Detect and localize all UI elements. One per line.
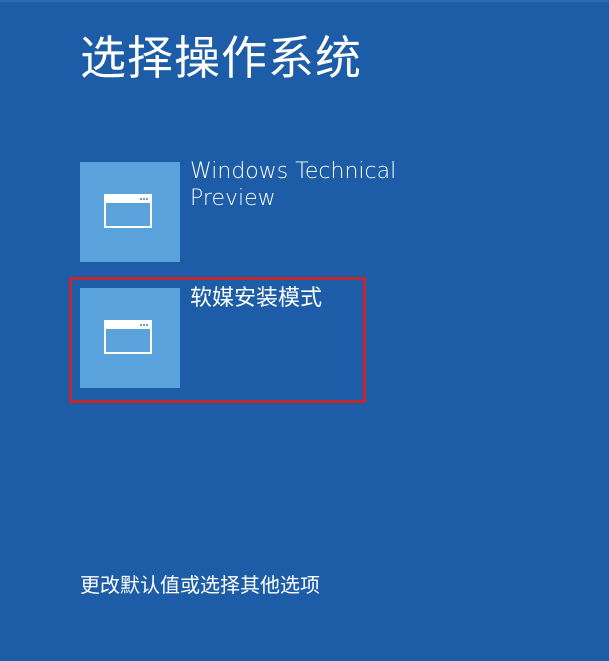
os-label-ruanmei-install-mode[interactable]: 软媒安装模式 [190, 285, 390, 312]
window-controls [140, 198, 148, 200]
window-controls [140, 324, 148, 326]
os-label-line-1: Windows Technical [190, 159, 397, 184]
os-tile-ruanmei-install-mode[interactable] [80, 288, 180, 388]
os-label-line-2: Preview [190, 186, 276, 211]
page-title: 选择操作系统 [80, 31, 362, 85]
top-edge [0, 0, 609, 2]
window-icon [104, 320, 152, 354]
change-defaults-link[interactable]: 更改默认值或选择其他选项 [80, 572, 320, 598]
os-tile-windows-technical-preview[interactable] [80, 162, 180, 262]
window-icon [104, 194, 152, 228]
os-label-windows-technical-preview[interactable]: Windows Technical Preview [190, 158, 430, 212]
